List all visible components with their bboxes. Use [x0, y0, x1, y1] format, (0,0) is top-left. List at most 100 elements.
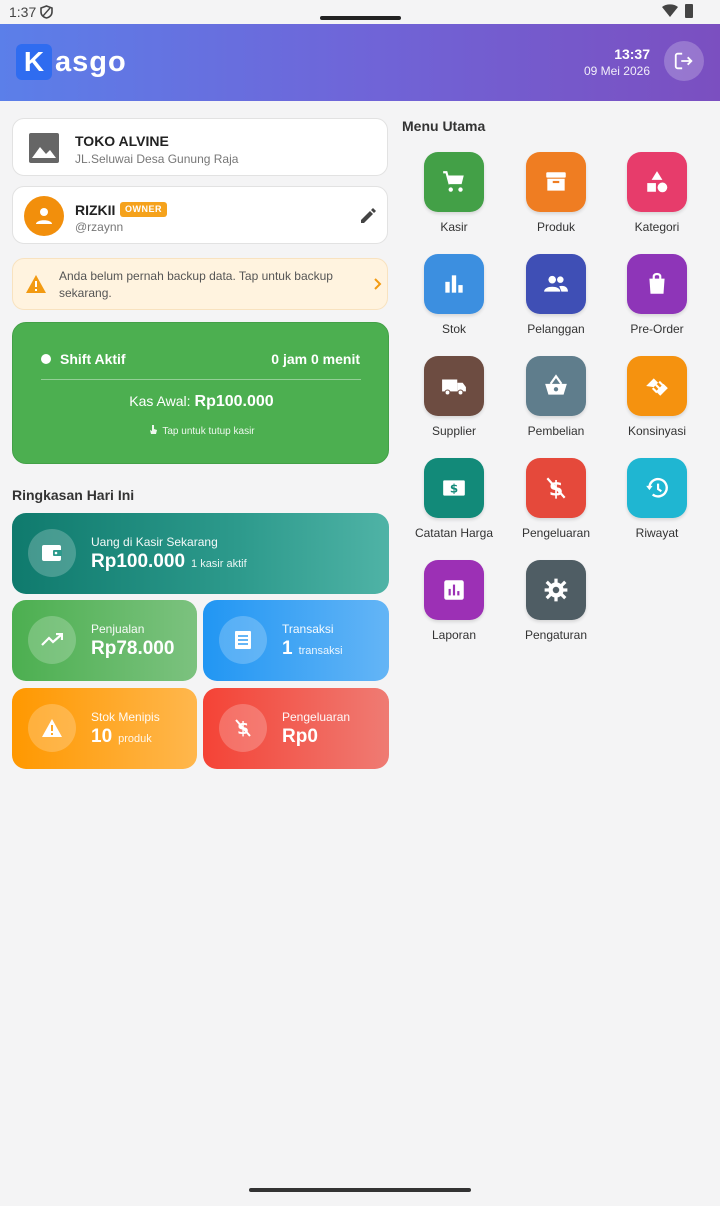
shift-tap-hint: Tap untuk tutup kasir [13, 424, 390, 437]
status-time: 1:37 [9, 4, 37, 20]
cash-value: Rp100.000 [91, 551, 186, 572]
menu-item-label: Konsinyasi [627, 424, 687, 438]
people-icon [526, 254, 586, 314]
clock-time: 13:37 [614, 46, 650, 62]
truck-icon [424, 356, 484, 416]
camera-notch [320, 16, 401, 20]
cash-sub: 1 kasir aktif [191, 558, 247, 570]
tap-icon [150, 425, 158, 434]
money-off-icon: $ [219, 704, 267, 752]
transactions-sub: transaksi [298, 645, 343, 657]
shift-status-dot [41, 354, 51, 364]
logo-text: asgo [55, 45, 127, 78]
menu-item-label: Kategori [634, 220, 680, 234]
menu-item-kasir[interactable]: Kasir [404, 152, 504, 248]
menu-item-kategori[interactable]: Kategori [607, 152, 707, 248]
menu-item-pelanggan[interactable]: Pelanggan [506, 254, 606, 350]
trending-up-icon [28, 616, 76, 664]
menu-item-supplier[interactable]: Supplier [404, 356, 504, 452]
shopping-bag-icon [627, 254, 687, 314]
shift-duration: 0 jam 0 menit [271, 351, 360, 367]
wifi-icon [662, 4, 678, 17]
low-stock-label: Stok Menipis [91, 710, 160, 724]
kas-awal: Kas Awal: Rp100.000 [13, 393, 390, 411]
price-tag-icon: $ [424, 458, 484, 518]
user-card[interactable]: RIZKII OWNER @rzaynn [12, 186, 388, 244]
low-stock-value: 10 [91, 726, 113, 747]
user-name: RIZKII [75, 202, 116, 218]
edit-icon[interactable] [359, 207, 377, 225]
low-stock-sub: produk [118, 733, 152, 745]
menu-title: Menu Utama [402, 118, 486, 134]
warning-icon [28, 704, 76, 752]
clock-date: 09 Mei 2026 [583, 64, 650, 78]
menu-item-pengeluaran[interactable]: $Pengeluaran [506, 458, 606, 554]
transactions-value: 1 [282, 638, 293, 659]
menu-item-laporan[interactable]: Laporan [404, 560, 504, 656]
expenses-tile[interactable]: $ Pengeluaran Rp0 [203, 688, 389, 769]
sales-tile[interactable]: Penjualan Rp78.000 [12, 600, 197, 681]
receipt-icon [219, 616, 267, 664]
logout-icon [674, 52, 693, 70]
store-address: JL.Seluwai Desa Gunung Raja [75, 152, 239, 166]
menu-item-catatan-harga[interactable]: $ Catatan Harga [404, 458, 504, 554]
status-bar: 1:37 [0, 0, 720, 24]
backup-warning[interactable]: Anda belum pernah backup data. Tap untuk… [12, 258, 388, 310]
gear-icon [526, 560, 586, 620]
home-indicator [249, 1188, 471, 1192]
logo-mark: K [16, 44, 52, 80]
chevron-right-icon [374, 278, 382, 290]
battery-icon [685, 4, 693, 18]
sales-value: Rp78.000 [91, 638, 175, 659]
expenses-label: Pengeluaran [282, 710, 351, 724]
cart-icon [424, 152, 484, 212]
wallet-icon [28, 529, 76, 577]
low-stock-tile[interactable]: Stok Menipis 10 produk [12, 688, 197, 769]
shift-card[interactable]: Shift Aktif 0 jam 0 menit Kas Awal: Rp100… [12, 322, 389, 464]
menu-item-produk[interactable]: Produk [506, 152, 606, 248]
kasgo-logo: K asgo [16, 44, 127, 80]
shield-icon [40, 5, 53, 19]
kas-awal-value: Rp100.000 [194, 393, 274, 410]
report-icon [424, 560, 484, 620]
logout-button[interactable] [664, 41, 704, 81]
app-header: K asgo 13:37 09 Mei 2026 [0, 24, 720, 101]
category-icon [627, 152, 687, 212]
transactions-label: Transaksi [282, 622, 334, 636]
expenses-value: Rp0 [282, 726, 318, 747]
kas-awal-label: Kas Awal: [129, 393, 191, 409]
tap-hint-text: Tap untuk tutup kasir [162, 426, 255, 437]
person-icon [36, 208, 52, 224]
menu-item-label: Riwayat [635, 526, 679, 540]
user-handle: @rzaynn [75, 220, 124, 234]
menu-item-label: Pengaturan [524, 628, 588, 642]
menu-item-pre-order[interactable]: Pre-Order [607, 254, 707, 350]
cash-label: Uang di Kasir Sekarang [91, 535, 218, 549]
menu-item-stok[interactable]: Stok [404, 254, 504, 350]
backup-warning-text: Anda belum pernah backup data. Tap untuk… [59, 269, 333, 300]
store-card[interactable]: TOKO ALVINE JL.Seluwai Desa Gunung Raja [12, 118, 388, 176]
shift-label: Shift Aktif [60, 351, 126, 367]
summary-title: Ringkasan Hari Ini [12, 487, 135, 503]
header-clock: 13:37 09 Mei 2026 [584, 46, 650, 78]
menu-item-label: Pre-Order [630, 322, 684, 336]
money-off-icon: $ [526, 458, 586, 518]
archive-icon [526, 152, 586, 212]
handshake-icon [627, 356, 687, 416]
bar-chart-icon [424, 254, 484, 314]
menu-item-pengaturan[interactable]: Pengaturan [506, 560, 606, 656]
menu-item-konsinyasi[interactable]: Konsinyasi [607, 356, 707, 452]
history-icon [627, 458, 687, 518]
transactions-tile[interactable]: Transaksi 1 transaksi [203, 600, 389, 681]
menu-item-riwayat[interactable]: Riwayat [607, 458, 707, 554]
shift-divider [41, 379, 361, 380]
store-image-icon [29, 133, 59, 163]
avatar [24, 196, 64, 236]
warning-icon [26, 275, 46, 293]
cash-tile[interactable]: Uang di Kasir Sekarang Rp100.000 1 kasir … [12, 513, 389, 594]
sales-label: Penjualan [91, 622, 145, 636]
basket-icon [526, 356, 586, 416]
role-badge: OWNER [120, 202, 167, 217]
svg-text:$: $ [450, 481, 458, 495]
menu-item-pembelian[interactable]: Pembelian [506, 356, 606, 452]
